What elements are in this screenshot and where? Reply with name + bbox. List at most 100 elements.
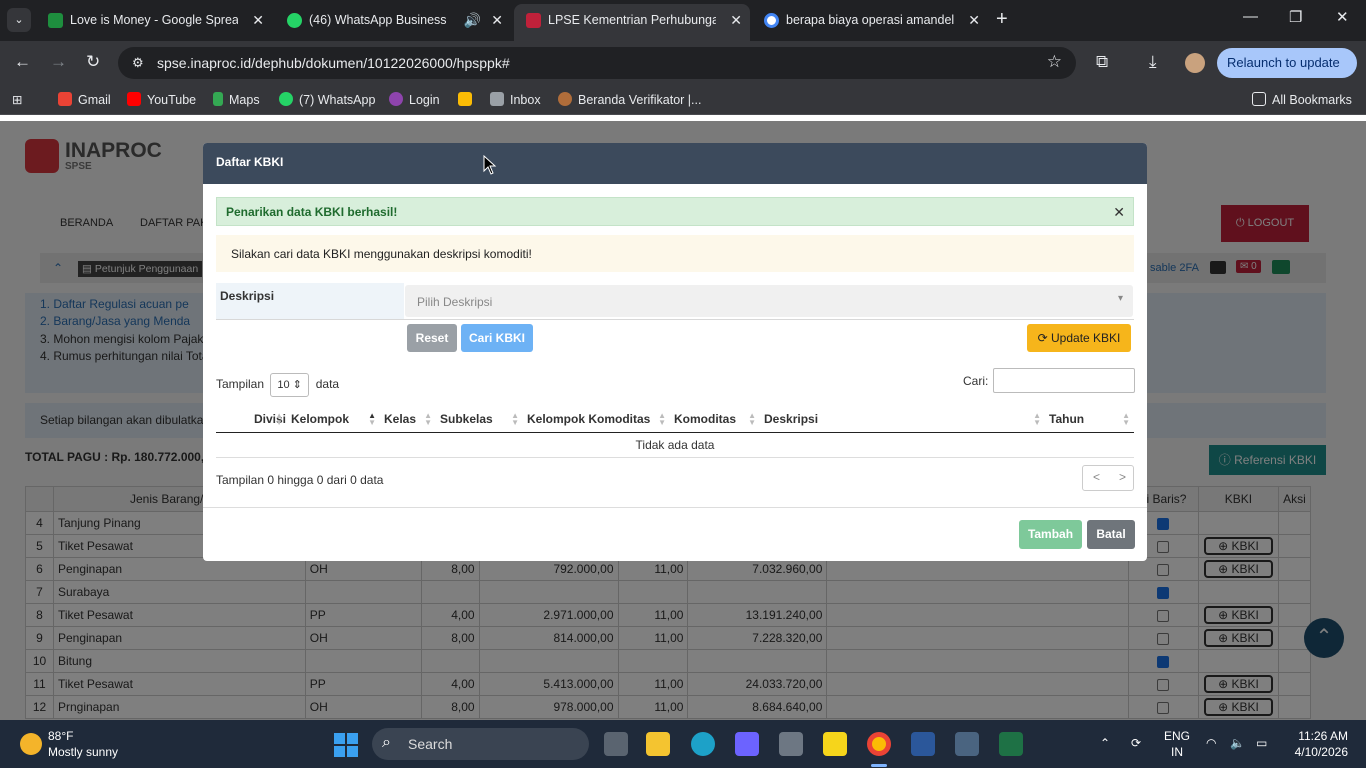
sort-icon: ▲ ▼ [275,411,283,427]
sort-icon: ▲ ▼ [1122,411,1130,427]
new-tab-icon[interactable]: + [996,8,1008,31]
folder-icon [1252,92,1266,106]
page-length-control: Tampilan 10 ⇕ data [216,373,339,397]
col-subkelas[interactable]: Subkelas ▲ ▼ [436,406,523,433]
sticky-notes-icon[interactable] [823,732,847,756]
close-tab-icon[interactable]: ✕ [730,4,742,37]
file-explorer-icon[interactable] [646,732,670,756]
tab-google-sheets[interactable]: Love is Money - Google Spread ✕ [36,4,272,37]
cari-kbki-button[interactable]: Cari KBKI [461,324,533,352]
taskbar-search[interactable]: ⌕ Search [372,728,589,760]
weather-desc[interactable]: Mostly sunny [48,745,118,759]
wifi-icon[interactable]: ◠ [1206,736,1216,750]
bookmark-beranda-verifikator[interactable]: Beranda Verifikator |... [558,92,701,107]
bookmarks-bar: ⊞ Gmail YouTube Maps (7) WhatsApp Login … [0,85,1366,115]
site-info-icon[interactable]: ⚙ [132,55,144,71]
start-button[interactable] [334,733,358,757]
minimize-icon[interactable]: — [1243,8,1258,25]
excel-icon[interactable] [999,732,1023,756]
speaker-icon[interactable]: 🔊 [464,4,481,37]
address-bar-row: ← → ↻ ⚙ spse.inaproc.id/dephub/dokumen/1… [0,41,1366,100]
verifikator-icon [558,92,572,106]
dropdown-caret-icon: ▾ [1117,293,1123,304]
clock-date[interactable]: 4/10/2026 [1288,745,1348,759]
bookmark-youtube[interactable]: YouTube [127,92,196,107]
next-page-button[interactable]: > [1119,470,1126,484]
bookmark-maps[interactable]: Maps [213,92,260,107]
tab-google-search[interactable]: berapa biaya operasi amandel ✕ [752,4,988,37]
bookmark-star-icon[interactable]: ☆ [1047,52,1062,72]
calculator-icon[interactable] [955,732,979,756]
word-icon[interactable] [911,732,935,756]
close-window-icon[interactable]: ✕ [1336,8,1349,26]
deskripsi-select[interactable]: Pilih Deskripsi ▾ [405,285,1133,317]
camera-icon[interactable] [779,732,803,756]
weather-sun-icon[interactable] [20,733,42,755]
page-length-select[interactable]: 10 ⇕ [270,373,310,397]
apps-grid-icon[interactable]: ⊞ [12,92,22,107]
edge-icon[interactable] [691,732,715,756]
pagination: < > [1082,465,1134,491]
extensions-icon[interactable]: ⧉ [1096,52,1108,72]
active-indicator [871,764,887,767]
mouse-cursor-icon [483,155,497,175]
update-kbki-button[interactable]: ⟳ Update KBKI [1027,324,1131,352]
bookmark-login[interactable]: Login [389,92,440,107]
bookmark-photos[interactable] [458,92,478,107]
copilot-icon[interactable] [735,732,759,756]
reset-button[interactable]: Reset [407,324,457,352]
search-input[interactable] [993,368,1135,393]
volume-icon[interactable]: 🔈 [1230,736,1245,750]
success-alert: Penarikan data KBKI berhasil! ✕ [216,197,1134,226]
chrome-icon[interactable] [867,732,891,756]
col-divisi[interactable]: Divisi ▲ ▼ [216,406,287,433]
warning-alert: Silakan cari data KBKI menggunakan deskr… [216,235,1134,272]
back-icon[interactable]: ← [14,52,31,72]
tray-overflow-icon[interactable]: ⌃ [1100,736,1110,750]
all-bookmarks[interactable]: All Bookmarks [1252,92,1352,107]
prev-page-button[interactable]: < [1093,470,1100,484]
col-kelompok[interactable]: Kelompok ▲ ▼ [287,406,380,433]
login-icon [389,92,403,106]
sort-icon: ▲ ▼ [1033,411,1041,427]
tab-search-menu-icon[interactable]: ⌄ [7,8,31,32]
update-icon[interactable]: ⟳ [1131,736,1141,750]
url-text[interactable]: spse.inaproc.id/dephub/dokumen/101220260… [157,55,510,71]
col-kelas[interactable]: Kelas ▲ ▼ [380,406,436,433]
bookmark-inbox[interactable]: Inbox [490,92,541,107]
col-kelompok-komoditas[interactable]: Kelompok Komoditas ▲ ▼ [523,406,670,433]
sort-asc-icon: ▲ ▼ [368,411,376,427]
profile-avatar[interactable] [1185,53,1205,73]
kbki-modal: Daftar KBKI Penarikan data KBKI berhasil… [203,143,1147,561]
tab-whatsapp[interactable]: (46) WhatsApp Business 🔊 ✕ [275,4,511,37]
weather-temp[interactable]: 88°F [48,729,73,743]
whatsapp-icon [287,13,302,28]
col-komoditas[interactable]: Komoditas ▲ ▼ [670,406,760,433]
tambah-button[interactable]: Tambah [1019,520,1082,549]
restore-icon[interactable]: ❐ [1289,8,1302,26]
battery-icon[interactable]: ▭ [1256,736,1267,750]
table-info: Tampilan 0 hingga 0 dari 0 data [216,473,384,487]
close-tab-icon[interactable]: ✕ [491,4,503,37]
clock-time[interactable]: 11:26 AM [1288,729,1348,743]
col-tahun[interactable]: Tahun ▲ ▼ [1045,406,1134,433]
relaunch-button[interactable]: Relaunch to update ⋮ [1217,48,1357,100]
sort-icon: ▲ ▼ [748,411,756,427]
language-indicator[interactable]: ENG [1164,729,1190,743]
forward-icon[interactable]: → [50,52,67,72]
bookmark-gmail[interactable]: Gmail [58,92,111,107]
reload-icon[interactable]: ↻ [86,52,100,72]
browser-tab-bar: ⌄ Love is Money - Google Spread ✕ (46) W… [0,0,1366,41]
close-tab-icon[interactable]: ✕ [968,4,980,37]
omnibox[interactable]: ⚙ spse.inaproc.id/dephub/dokumen/1012202… [118,47,1076,79]
download-icon[interactable]: ⤓ [1149,52,1157,72]
close-tab-icon[interactable]: ✕ [252,4,264,37]
bookmark-whatsapp[interactable]: (7) WhatsApp [279,92,375,107]
close-alert-icon[interactable]: ✕ [1113,204,1125,221]
batal-button[interactable]: Batal [1087,520,1135,549]
empty-table-message: Tidak ada data [216,432,1134,458]
modal-header: Daftar KBKI [203,143,1147,184]
col-deskripsi[interactable]: Deskripsi ▲ ▼ [760,406,1045,433]
task-view-icon[interactable] [604,732,628,756]
tab-lpse[interactable]: LPSE Kementrian Perhubungan ✕ [514,4,750,41]
